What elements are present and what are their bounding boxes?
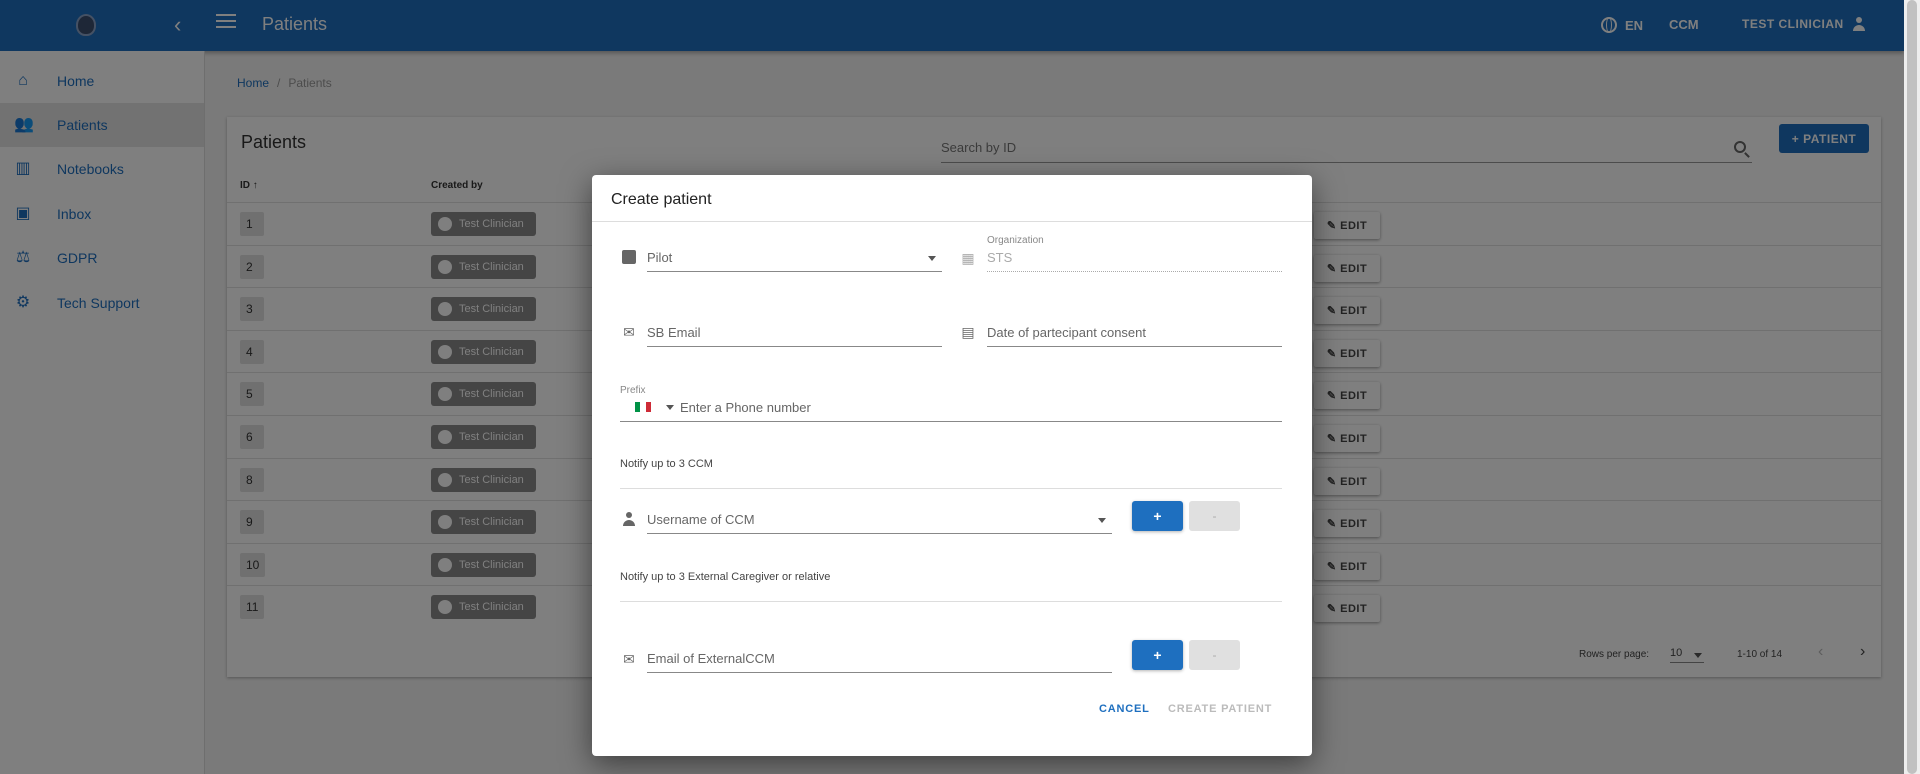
- badge-icon: [622, 250, 636, 264]
- create-patient-button[interactable]: CREATE PATIENT: [1168, 703, 1272, 715]
- page-scrollbar[interactable]: [1904, 0, 1920, 774]
- phone-field[interactable]: Enter a Phone number: [620, 392, 1282, 422]
- consent-date-field[interactable]: Date of partecipant consent: [987, 317, 1282, 347]
- building-icon: ▦: [961, 250, 975, 266]
- pilot-select[interactable]: Pilot: [647, 242, 942, 272]
- remove-ccm-button[interactable]: -: [1189, 501, 1240, 531]
- ccm-username-select[interactable]: Username of CCM: [647, 504, 1112, 534]
- person-icon: [621, 512, 637, 528]
- organization-field: STS: [987, 242, 1282, 272]
- calendar-icon: ▤: [961, 324, 975, 340]
- add-ccm-button[interactable]: +: [1132, 501, 1183, 531]
- email-icon: ✉: [623, 651, 635, 667]
- external-email-field[interactable]: Email of ExternalCCM: [647, 643, 1112, 673]
- add-external-button[interactable]: +: [1132, 640, 1183, 670]
- chevron-down-icon[interactable]: [666, 405, 674, 410]
- remove-external-button[interactable]: -: [1189, 640, 1240, 670]
- chevron-down-icon: [1098, 518, 1106, 523]
- notify-external-section: Notify up to 3 External Caregiver or rel…: [620, 571, 1282, 602]
- italy-flag-icon[interactable]: [635, 402, 651, 412]
- sb-email-field[interactable]: SB Email: [647, 317, 942, 347]
- chevron-down-icon: [928, 256, 936, 261]
- notify-ccm-section: Notify up to 3 CCM: [620, 458, 1282, 489]
- dialog-title: Create patient: [611, 191, 712, 208]
- create-patient-dialog: Create patient Pilot ▦ Organization STS …: [592, 175, 1312, 756]
- email-icon: ✉: [623, 324, 635, 340]
- pilot-placeholder: Pilot: [647, 250, 673, 265]
- organization-value: STS: [987, 250, 1013, 265]
- cancel-button[interactable]: CANCEL: [1099, 703, 1150, 715]
